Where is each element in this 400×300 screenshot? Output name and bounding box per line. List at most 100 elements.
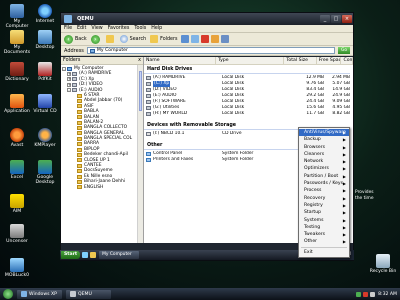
antivirus-tray-icon[interactable] [363,291,369,297]
menu-item-optimizers[interactable]: Optimizers ▶ [299,165,349,172]
folders-icon [150,35,159,43]
desktop-shortcut-label: Desktop [35,45,55,50]
desktop-shortcut[interactable]: My Computer [2,4,32,29]
folder-icon [77,147,82,152]
printer-icon [146,158,151,162]
quick-launch-folder-icon[interactable] [90,252,97,258]
menu-item-startup[interactable]: Startup ▶ [299,209,349,216]
forward-button[interactable]: › [90,34,102,44]
documents-icon [10,30,24,44]
undo-icon[interactable] [211,35,220,43]
menu-item-systems[interactable]: Systems ▶ [299,217,349,224]
folder-icon [77,185,82,190]
desktop-shortcut[interactable]: Internet [30,4,60,24]
desktop-shortcut-label: Internet [35,19,55,24]
desktop-shortcut[interactable]: KMPlayer [30,128,60,148]
folder-icon [77,93,82,98]
expand-toggle[interactable]: + [67,82,71,87]
desktop-shortcut[interactable]: My Documents [2,30,32,55]
menu-item-testing[interactable]: Testing ▶ [299,224,349,231]
menu-tools[interactable]: Tools [134,26,146,31]
title-bar[interactable]: QEMU _ □ × [61,13,353,25]
menu-item-network[interactable]: Network ▶ [299,158,349,165]
expand-toggle[interactable]: - [62,66,66,71]
go-button[interactable]: Go [338,47,350,54]
desktop-shortcut[interactable]: Dictionary [2,62,32,82]
quick-launch-ie-icon[interactable] [82,252,89,258]
recycle-bin-icon [376,254,390,268]
menu-item-antivirus-spyware[interactable]: AntiVirus/Spyware ▶ [299,129,349,137]
desktop-shortcut[interactable]: AIM [2,194,32,214]
menu-item-recovery[interactable]: Recovery ▶ [299,195,349,202]
column-headers: Name Type Total Size Free Space Comment [144,57,353,65]
tree-item[interactable]: ENGLISH [62,185,143,190]
desktop-shortcut-label: KMPlayer [34,143,56,148]
menu-item-exit[interactable]: Exit [299,249,349,256]
menu-view[interactable]: View [91,26,102,31]
menu-item-tweakers[interactable]: Tweakers ▶ [299,231,349,238]
desktop-shortcut[interactable]: Avast [2,128,32,148]
expand-toggle[interactable]: - [67,88,71,93]
taskbar-my-computer[interactable]: My Computer [99,251,140,259]
folders-button[interactable]: Folders [150,35,177,43]
close-folders-pane-button[interactable]: x [138,58,141,63]
folder-up-icon [105,35,114,43]
folder-icon [77,109,82,114]
close-button[interactable]: × [342,15,352,23]
address-input[interactable]: My Computer [86,47,335,54]
menu-item-partition-boot[interactable]: Partition / Boot ▶ [299,173,349,180]
column-free-space[interactable]: Free Space [317,57,342,64]
menu-item-passwords-keys[interactable]: Passwords / Keys ▶ [299,180,349,187]
submenu-arrow-icon: ▶ [342,188,346,194]
desktop-shortcut[interactable]: Virtual CD [30,94,60,114]
host-task-windows-xp[interactable]: Windows XP [17,289,62,299]
column-type[interactable]: Type [216,57,285,64]
move-to-icon[interactable] [181,35,190,43]
recycle-bin[interactable]: Recycle Bin [368,254,398,274]
copy-to-icon[interactable] [191,35,200,43]
views-icon[interactable] [221,35,230,43]
desktop-shortcut[interactable]: Application [2,94,32,114]
column-comment[interactable]: Comment [341,57,353,64]
menu-item-registry[interactable]: Registry ▶ [299,202,349,209]
menu-item-process[interactable]: Process ▶ [299,187,349,194]
start-button[interactable]: Start [61,251,81,259]
back-button[interactable]: ‹ Back [64,34,87,44]
scroll-thumb[interactable] [139,71,142,111]
column-name[interactable]: Name [144,57,217,64]
desktop-shortcut[interactable]: Uncenser [2,224,32,244]
host-task-qemu[interactable]: QEMU [66,289,111,299]
drive-type: Local Disk [222,111,245,116]
drive-icon [72,77,77,82]
drive-row[interactable]: (H:) MY WORLD Local Disk 11.7 GB 8.82 GB [144,111,353,117]
maximize-button[interactable]: □ [331,15,341,23]
desktop-shortcut[interactable]: MOBLuck0 [2,258,32,278]
search-button[interactable]: Search [119,35,146,43]
menu-file[interactable]: File [64,26,72,31]
network-tray-icon[interactable] [356,291,362,297]
delete-icon[interactable] [201,35,210,43]
menu-favorites[interactable]: Favorites [108,26,130,31]
expand-toggle[interactable]: + [67,77,71,82]
menu-help[interactable]: Help [151,26,162,31]
drive-icon [146,100,151,104]
column-total-size[interactable]: Total Size [284,57,317,64]
folders-scrollbar[interactable] [137,65,143,243]
desktop-shortcut[interactable]: Desktop [30,30,60,50]
up-button[interactable] [105,35,116,43]
menu-item-cleaners[interactable]: Cleaners ▶ [299,151,349,158]
control-panel-icon [146,152,151,156]
minimize-button[interactable]: _ [320,15,330,23]
menu-item-backup[interactable]: Backup ▶ [299,136,349,143]
expand-toggle[interactable]: + [67,72,71,77]
folder-icon [77,115,82,120]
menu-item-browsers[interactable]: Browsers ▶ [299,144,349,151]
desktop-shortcut[interactable]: PdfKit [30,62,60,82]
submenu-arrow-icon: ▶ [342,144,346,150]
menu-edit[interactable]: Edit [77,26,86,31]
volume-tray-icon[interactable] [370,291,376,297]
desktop-shortcut[interactable]: Excel [2,160,32,180]
start-orb-icon[interactable] [3,289,13,299]
menu-item-other[interactable]: Other ▶ [299,238,349,245]
desktop-shortcut[interactable]: Google Desktop [30,160,60,185]
